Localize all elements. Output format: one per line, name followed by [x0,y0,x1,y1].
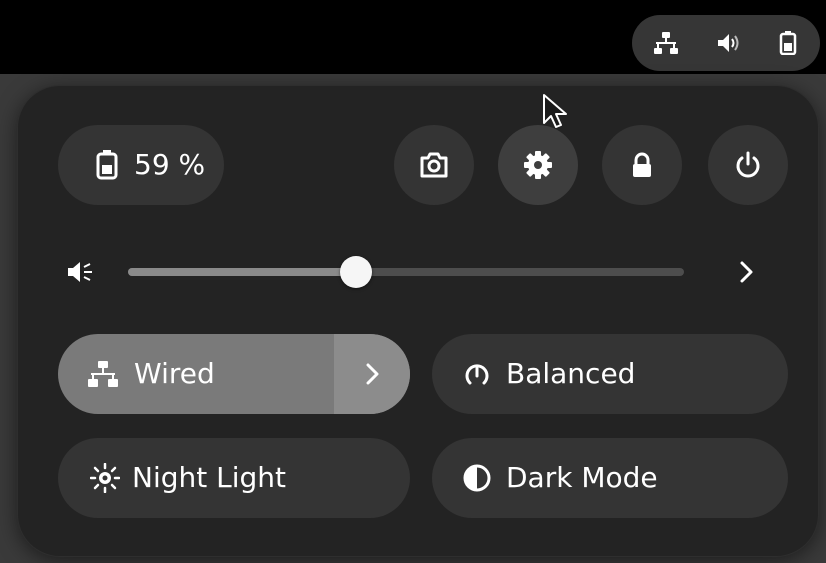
lock-screen-button[interactable] [602,125,682,205]
volume-icon [718,34,739,52]
night-light-label: Night Light [132,461,286,494]
network-wired-icon [654,32,678,54]
power-mode-toggle[interactable]: Balanced [432,334,788,414]
dark-mode-label: Dark Mode [506,461,658,494]
night-light-icon [90,463,120,493]
quick-settings-menu: 59 % Wired Balanced Night Light Dark Mod… [18,86,818,556]
battery-icon [779,31,797,55]
settings-button[interactable] [498,125,578,205]
top-bar [0,0,826,74]
desktop-screen: 59 % Wired Balanced Night Light Dark Mod… [0,0,826,563]
power-profile-icon [465,364,489,385]
dark-mode-icon [463,464,491,492]
volume-slider[interactable] [128,256,684,288]
power-icon [736,151,760,178]
battery-icon [96,150,118,180]
gear-icon [524,151,552,179]
wired-menu-expander[interactable] [334,334,410,414]
chevron-right-icon[interactable] [732,258,760,286]
battery-percentage: 59 % [134,148,206,181]
volume-slider-fill [128,268,356,276]
dark-mode-toggle[interactable]: Dark Mode [432,438,788,518]
wired-network-toggle[interactable]: Wired [58,334,410,414]
night-light-toggle[interactable]: Night Light [58,438,410,518]
battery-status-button[interactable]: 59 % [58,125,224,205]
screenshot-button[interactable] [394,125,474,205]
system-tray[interactable] [632,15,820,71]
mouse-cursor-icon [543,94,567,128]
wired-label: Wired [134,357,215,390]
volume-slider-handle[interactable] [339,256,372,288]
camera-icon [420,152,448,178]
network-wired-icon [88,361,118,387]
chevron-right-icon [366,363,379,385]
lock-icon [633,152,651,177]
balanced-label: Balanced [506,357,636,390]
speaker-muted-icon[interactable] [66,258,100,286]
power-button[interactable] [708,125,788,205]
